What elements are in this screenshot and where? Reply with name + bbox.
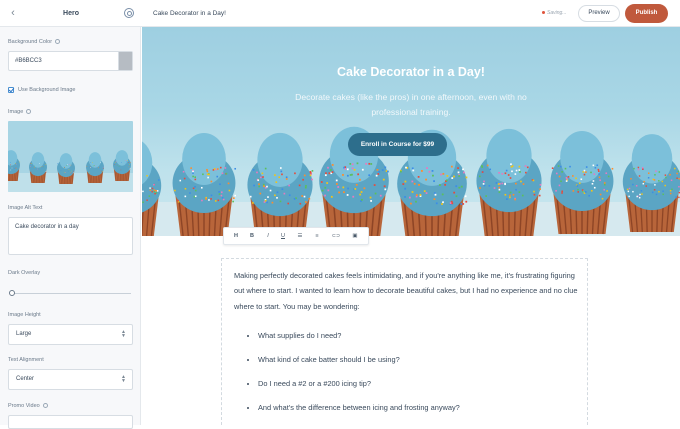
text-format-toolbar: H B I U ☰ ≡ ⊂⊃ ▣	[223, 227, 369, 245]
link-icon[interactable]: ⊂⊃	[330, 228, 342, 244]
image-alt-text-label: Image Alt Text	[8, 205, 42, 211]
image-alt-text-input[interactable]: Cake decorator in a day	[8, 217, 133, 255]
image-height-value: Large	[16, 325, 31, 344]
list-item: Do I need a #2 or a #200 icing tip?	[258, 379, 371, 388]
panel-title: Hero	[40, 0, 102, 27]
hero-subtitle: Decorate cakes (like the pros) in one af…	[281, 90, 541, 120]
background-color-label: Background Color	[8, 39, 60, 45]
list-item: What kind of cake batter should I be usi…	[258, 355, 400, 364]
enroll-button[interactable]: Enroll in Course for $99	[348, 133, 447, 156]
background-image-thumbnail[interactable]	[8, 121, 133, 192]
image-label: Image	[8, 109, 31, 115]
cupcakes-thumbnail-image	[8, 121, 133, 192]
text-alignment-value: Center	[16, 370, 34, 389]
image-height-label: Image Height	[8, 312, 41, 318]
cupcakes-hero-image	[142, 27, 680, 236]
gear-icon[interactable]	[124, 8, 134, 18]
image-icon[interactable]: ▣	[349, 228, 361, 244]
select-arrows-icon: ▲▼	[121, 375, 126, 383]
color-swatch[interactable]	[118, 52, 132, 70]
back-chevron-icon[interactable]: ‹	[6, 6, 20, 20]
italic-button[interactable]: I	[262, 228, 274, 244]
select-arrows-icon: ▲▼	[121, 330, 126, 338]
hero-section[interactable]: Cake Decorator in a Day! Decorate cakes …	[142, 27, 680, 236]
rich-text-block[interactable]: Making perfectly decorated cakes feels i…	[221, 258, 588, 425]
text-alignment-label: Text Alignment	[8, 357, 44, 363]
help-icon[interactable]	[55, 39, 60, 44]
bold-button[interactable]: B	[246, 228, 258, 244]
intro-paragraph: Making perfectly decorated cakes feels i…	[234, 268, 579, 314]
preview-button[interactable]: Preview	[578, 5, 620, 22]
bulleted-list-icon[interactable]: ☰	[294, 228, 306, 244]
background-color-value: #B6BCC3	[15, 52, 42, 70]
align-icon[interactable]: ≡	[311, 228, 323, 244]
promo-video-input[interactable]	[8, 415, 133, 429]
background-color-field[interactable]: #B6BCC3	[8, 51, 133, 71]
dark-overlay-slider-track[interactable]	[10, 293, 131, 294]
top-bar: ‹ Hero Cake Decorator in a Day! Saving..…	[0, 0, 680, 27]
list-item: What supplies do I need?	[258, 331, 341, 340]
list-item: And what's the difference between icing …	[258, 403, 460, 412]
publish-button[interactable]: Publish	[625, 4, 668, 23]
saving-dot-icon	[542, 11, 545, 14]
use-background-image-label: Use Background Image	[18, 87, 75, 94]
promo-video-label: Promo Video	[8, 403, 48, 409]
saving-status-text: Saving...	[547, 10, 566, 16]
dark-overlay-slider-handle[interactable]	[9, 290, 15, 296]
settings-sidebar: Background Color #B6BCC3 Use Background …	[0, 27, 141, 425]
dark-overlay-label: Dark Overlay	[8, 270, 40, 276]
help-icon[interactable]	[43, 403, 48, 408]
underline-button[interactable]: U	[277, 228, 289, 244]
heading-button[interactable]: H	[230, 228, 242, 244]
page-title: Cake Decorator in a Day!	[153, 0, 226, 27]
help-icon[interactable]	[26, 109, 31, 114]
hero-title: Cake Decorator in a Day!	[142, 65, 680, 79]
use-background-image-checkbox[interactable]	[8, 87, 14, 93]
image-height-select[interactable]: Large ▲▼	[8, 324, 133, 345]
text-alignment-select[interactable]: Center ▲▼	[8, 369, 133, 390]
saving-status: Saving...	[542, 0, 566, 27]
